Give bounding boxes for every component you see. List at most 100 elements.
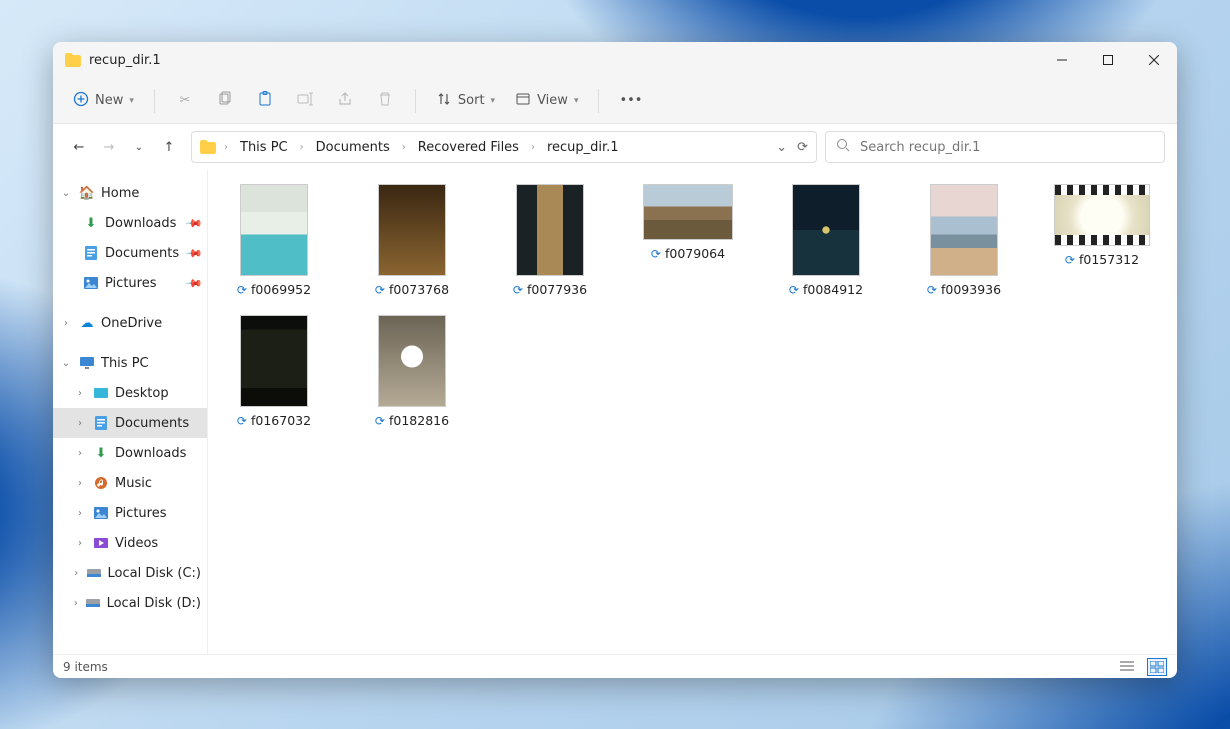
home-icon: 🏠 (79, 186, 95, 201)
image-thumbnail (792, 184, 860, 276)
sidebar-item-local-disk-c[interactable]: › Local Disk (C:) (53, 558, 207, 588)
titlebar[interactable]: recup_dir.1 (53, 42, 1177, 78)
sidebar-item-pictures[interactable]: Pictures 📌 (53, 268, 207, 298)
breadcrumb-segment[interactable]: Recovered Files (414, 138, 523, 157)
rename-button[interactable] (287, 84, 323, 118)
sidebar-item-downloads-pc[interactable]: › ⬇ Downloads (53, 438, 207, 468)
sidebar-item-thispc[interactable]: ⌄ This PC (53, 348, 207, 378)
cloud-icon: ☁ (79, 316, 95, 331)
sidebar-item-pictures-pc[interactable]: › Pictures (53, 498, 207, 528)
expand-icon[interactable]: ⌄ (59, 358, 73, 369)
close-button[interactable] (1131, 42, 1177, 78)
file-name: f0157312 (1079, 252, 1139, 267)
file-item[interactable]: ⟳f0084912 (778, 184, 874, 297)
pin-icon: 📌 (185, 274, 204, 293)
back-button[interactable]: ← (65, 133, 93, 161)
forward-button[interactable]: → (95, 133, 123, 161)
search-input[interactable] (858, 139, 1154, 156)
expand-icon[interactable]: › (59, 318, 73, 329)
paste-button[interactable] (247, 84, 283, 118)
separator (415, 89, 416, 113)
videos-icon (93, 537, 109, 549)
file-item[interactable]: ⟳ f0157312 (1054, 184, 1150, 297)
new-label: New (95, 93, 123, 108)
monitor-icon (79, 356, 95, 370)
address-bar[interactable]: › This PC › Documents › Recovered Files … (191, 131, 817, 163)
search-icon (836, 138, 850, 156)
cut-button[interactable]: ✂ (167, 84, 203, 118)
copy-button[interactable] (207, 84, 243, 118)
sidebar-item-documents[interactable]: Documents 📌 (53, 238, 207, 268)
new-button[interactable]: New ▾ (65, 84, 142, 118)
expand-icon[interactable]: › (73, 568, 80, 579)
pictures-icon (93, 506, 109, 520)
share-icon (337, 91, 353, 111)
more-button[interactable]: ••• (611, 84, 650, 118)
drive-icon (86, 568, 102, 578)
sidebar-item-music[interactable]: › Music (53, 468, 207, 498)
file-item[interactable]: ⟳f0167032 (226, 315, 322, 428)
maximize-button[interactable] (1085, 42, 1131, 78)
sync-icon: ⟳ (1065, 253, 1075, 267)
thumbnails-view-button[interactable] (1147, 658, 1167, 676)
sidebar-item-home[interactable]: ⌄ 🏠 Home (53, 178, 207, 208)
navigation-bar: ← → ⌄ ↑ › This PC › Documents › Recovere… (53, 124, 1177, 170)
expand-icon[interactable]: › (73, 478, 87, 489)
expand-icon[interactable]: › (73, 598, 79, 609)
download-icon: ⬇ (83, 216, 99, 231)
clipboard-icon (257, 91, 273, 111)
file-item[interactable]: ⟳f0073768 (364, 184, 460, 297)
expand-icon[interactable]: › (73, 388, 87, 399)
copy-icon (217, 91, 233, 111)
expand-icon[interactable]: › (73, 508, 87, 519)
pin-icon: 📌 (185, 244, 204, 263)
expand-icon[interactable]: › (73, 418, 87, 429)
navigation-pane[interactable]: ⌄ 🏠 Home ⬇ Downloads 📌 Documents 📌 Pictu… (53, 170, 208, 654)
up-button[interactable]: ↑ (155, 133, 183, 161)
search-box[interactable] (825, 131, 1165, 163)
sidebar-item-onedrive[interactable]: › ☁ OneDrive (53, 308, 207, 338)
sidebar-item-videos[interactable]: › Videos (53, 528, 207, 558)
file-item[interactable]: ⟳f0069952 (226, 184, 322, 297)
view-button[interactable]: View ▾ (507, 84, 586, 118)
sync-icon: ⟳ (789, 283, 799, 297)
breadcrumb-segment[interactable]: This PC (236, 138, 292, 157)
sort-button[interactable]: Sort ▾ (428, 84, 503, 118)
chevron-down-icon[interactable]: ⌄ (776, 140, 787, 155)
chevron-down-icon: ▾ (574, 96, 579, 106)
sidebar-item-desktop[interactable]: › Desktop (53, 378, 207, 408)
recent-locations-button[interactable]: ⌄ (125, 133, 153, 161)
file-item[interactable]: ⟳f0077936 (502, 184, 598, 297)
refresh-button[interactable]: ⟳ (797, 140, 808, 155)
expand-icon[interactable]: ⌄ (59, 188, 73, 199)
delete-button[interactable] (367, 84, 403, 118)
image-thumbnail (378, 184, 446, 276)
item-count: 9 items (63, 660, 108, 674)
expand-icon[interactable]: › (73, 448, 87, 459)
file-item[interactable]: ⟳f0182816 (364, 315, 460, 428)
image-thumbnail (240, 315, 308, 407)
sidebar-item-downloads[interactable]: ⬇ Downloads 📌 (53, 208, 207, 238)
details-view-button[interactable] (1117, 658, 1137, 676)
sort-label: Sort (458, 93, 485, 108)
minimize-button[interactable] (1039, 42, 1085, 78)
chevron-down-icon: ⌄ (135, 142, 143, 153)
breadcrumb-segment[interactable]: recup_dir.1 (543, 138, 623, 157)
file-item[interactable]: ⟳f0079064 (640, 184, 736, 297)
video-thumbnail (1054, 184, 1150, 246)
chevron-right-icon: › (531, 142, 535, 153)
sync-icon: ⟳ (375, 283, 385, 297)
sync-icon: ⟳ (513, 283, 523, 297)
sidebar-item-documents-pc[interactable]: › Documents (53, 408, 207, 438)
folder-icon (65, 53, 81, 67)
view-icon (515, 91, 531, 111)
sidebar-item-local-disk-d[interactable]: › Local Disk (D:) (53, 588, 207, 618)
sync-icon: ⟳ (651, 247, 661, 261)
file-list-pane[interactable]: ⟳f0069952 ⟳f0073768 ⟳f0077936 ⟳f0079064 ⟳f00… (208, 170, 1177, 654)
share-button[interactable] (327, 84, 363, 118)
sync-icon: ⟳ (237, 283, 247, 297)
expand-icon[interactable]: › (73, 538, 87, 549)
breadcrumb-segment[interactable]: Documents (312, 138, 394, 157)
file-item[interactable]: ⟳f0093936 (916, 184, 1012, 297)
file-name: f0182816 (389, 413, 449, 428)
